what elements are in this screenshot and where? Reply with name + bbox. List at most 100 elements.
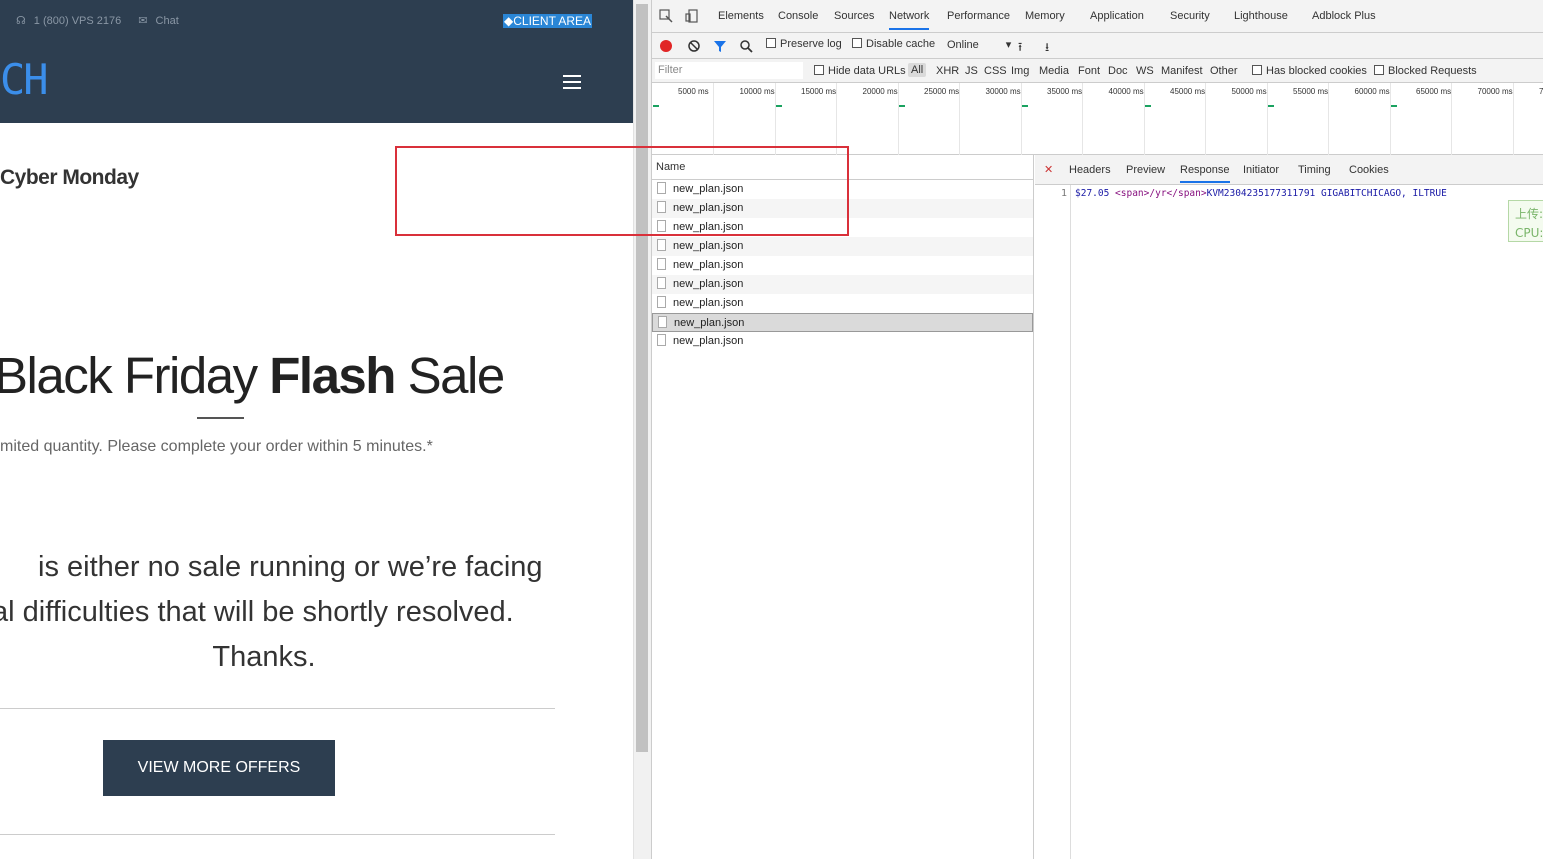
request-row[interactable]: new_plan.json [652,275,1033,294]
blocked-requests-checkbox[interactable]: Blocked Requests [1374,65,1477,77]
request-row[interactable]: new_plan.json [652,294,1033,313]
request-timing-mark [1391,105,1397,107]
preserve-log-checkbox[interactable]: Preserve log [766,38,842,50]
tab-initiator[interactable]: Initiator [1243,164,1279,176]
type-filter-manifest[interactable]: Manifest [1161,65,1203,77]
tab-console[interactable]: Console [778,10,818,22]
request-timing-mark [776,105,782,107]
title-underline [197,417,244,419]
request-name: new_plan.json [673,240,744,252]
phone-number[interactable]: 1 (800) VPS 2176 [34,15,121,27]
line-number-gutter [1035,185,1071,859]
response-body[interactable]: $27.05 <span>/yr</span>KVM23042351773117… [1075,188,1447,199]
tab-lighthouse[interactable]: Lighthouse [1234,10,1288,22]
disable-cache-label: Disable cache [866,38,936,50]
file-icon [657,296,666,308]
timeline-tick-label: 10000 ms [739,87,775,96]
timeline-tick-label: 35000 ms [1047,87,1083,96]
request-row[interactable]: new_plan.json [652,313,1033,332]
tab-sources[interactable]: Sources [834,10,874,22]
close-icon[interactable]: ✕ [1044,163,1053,176]
tab-preview[interactable]: Preview [1126,164,1165,176]
floating-stats-widget[interactable]: 上传: CPU: [1508,200,1543,242]
request-list: Name new_plan.json new_plan.json new_plan.… [652,155,1034,859]
timeline-tick-label: 65000 ms [1416,87,1452,96]
disable-cache-checkbox[interactable]: Disable cache [852,38,935,50]
response-rest: KVM2304235177311791 GIGABITCHICAGO, ILTR… [1206,188,1447,199]
network-toolbar: Preserve log Disable cache Online ▾ ⭱ ⭳ [652,33,1543,59]
type-filter-all[interactable]: All [908,63,927,77]
tab-response[interactable]: Response [1180,164,1230,183]
timeline-gridline [1266,83,1268,155]
request-timing-mark [653,105,659,107]
title-part-2: Sale [394,347,506,404]
import-har-icon[interactable]: ⭱ [1018,38,1022,59]
type-filter-font[interactable]: Font [1078,65,1100,77]
export-har-icon[interactable]: ⭳ [1045,38,1049,59]
divider [0,834,555,835]
hide-data-urls-checkbox[interactable]: Hide data URLs [814,65,906,77]
network-overview-timeline[interactable]: 5000 ms 10000 ms 15000 ms 20000 ms 25000 ms 3… [652,83,1543,155]
site-header: ☊ 1 (800) VPS 2176 ✉ Chat ◆CLIENT AREA CH [0,0,633,123]
client-area-link[interactable]: ◆CLIENT AREA [503,14,593,28]
type-filter-xhr[interactable]: XHR [936,65,959,77]
cyber-monday-link[interactable]: Cyber Monday [0,166,139,190]
request-row[interactable]: new_plan.json [652,256,1033,275]
tab-elements[interactable]: Elements [718,10,764,22]
timeline-tick-label: 75 [1539,87,1543,96]
tab-headers[interactable]: Headers [1069,164,1111,176]
timeline-tick-label: 20000 ms [862,87,898,96]
response-tag-open: <span> [1115,188,1150,199]
user-icon: ◆ [504,14,514,28]
file-icon [657,277,666,289]
filter-icon[interactable] [713,39,727,53]
timeline-tick-label: 15000 ms [801,87,837,96]
tab-memory[interactable]: Memory [1025,10,1065,22]
device-toolbar-icon[interactable] [685,9,699,23]
type-filter-media[interactable]: Media [1039,65,1069,77]
type-filter-ws[interactable]: WS [1136,65,1154,77]
view-more-offers-button[interactable]: VIEW MORE OFFERS [103,740,335,796]
type-filter-js[interactable]: JS [965,65,978,77]
tab-security[interactable]: Security [1170,10,1210,22]
site-logo[interactable]: CH [0,56,49,104]
devtools-panel: Elements Console Sources Network Perform… [651,0,1543,859]
search-icon[interactable] [739,39,753,53]
has-blocked-cookies-label: Has blocked cookies [1266,65,1367,77]
request-name: new_plan.json [673,335,744,347]
timeline-gridline [1143,83,1145,155]
type-filter-other[interactable]: Other [1210,65,1238,77]
type-filter-css[interactable]: CSS [984,65,1007,77]
hamburger-menu-icon[interactable] [563,75,581,89]
tab-cookies[interactable]: Cookies [1349,164,1389,176]
timeline-tick-label: 45000 ms [1170,87,1206,96]
chat-link[interactable]: Chat [156,15,179,27]
chat-icon: ✉ [138,15,148,27]
type-filter-doc[interactable]: Doc [1108,65,1128,77]
preserve-log-label: Preserve log [780,38,842,50]
request-row[interactable]: new_plan.json [652,237,1033,256]
has-blocked-cookies-checkbox[interactable]: Has blocked cookies [1252,65,1367,77]
filter-input[interactable]: Filter [655,62,803,79]
response-yr: /yr [1149,188,1167,199]
dropdown-arrow-icon: ▾ [1005,39,1012,51]
file-icon [657,258,666,270]
type-filter-img[interactable]: Img [1011,65,1029,77]
clear-icon[interactable] [687,39,701,53]
tab-timing[interactable]: Timing [1298,164,1331,176]
record-icon[interactable] [660,40,672,52]
tab-performance[interactable]: Performance [947,10,1010,22]
request-row[interactable]: new_plan.json [652,332,1033,351]
status-message: is either no sale running or we’re facin… [0,545,548,680]
tab-application[interactable]: Application [1090,10,1144,22]
tab-network[interactable]: Network [889,10,930,30]
tab-adblock-plus[interactable]: Adblock Plus [1312,10,1376,22]
throttle-select[interactable]: Online ▾ [947,38,1011,51]
timeline-tick-label: 70000 ms [1477,87,1513,96]
scrollbar-thumb[interactable] [636,4,648,752]
client-area-label: CLIENT AREA [513,14,592,28]
blocked-requests-label: Blocked Requests [1388,65,1477,77]
timeline-tick-label: 5000 ms [678,87,709,96]
timeline-gridline [959,83,960,155]
inspect-element-icon[interactable] [659,9,673,23]
